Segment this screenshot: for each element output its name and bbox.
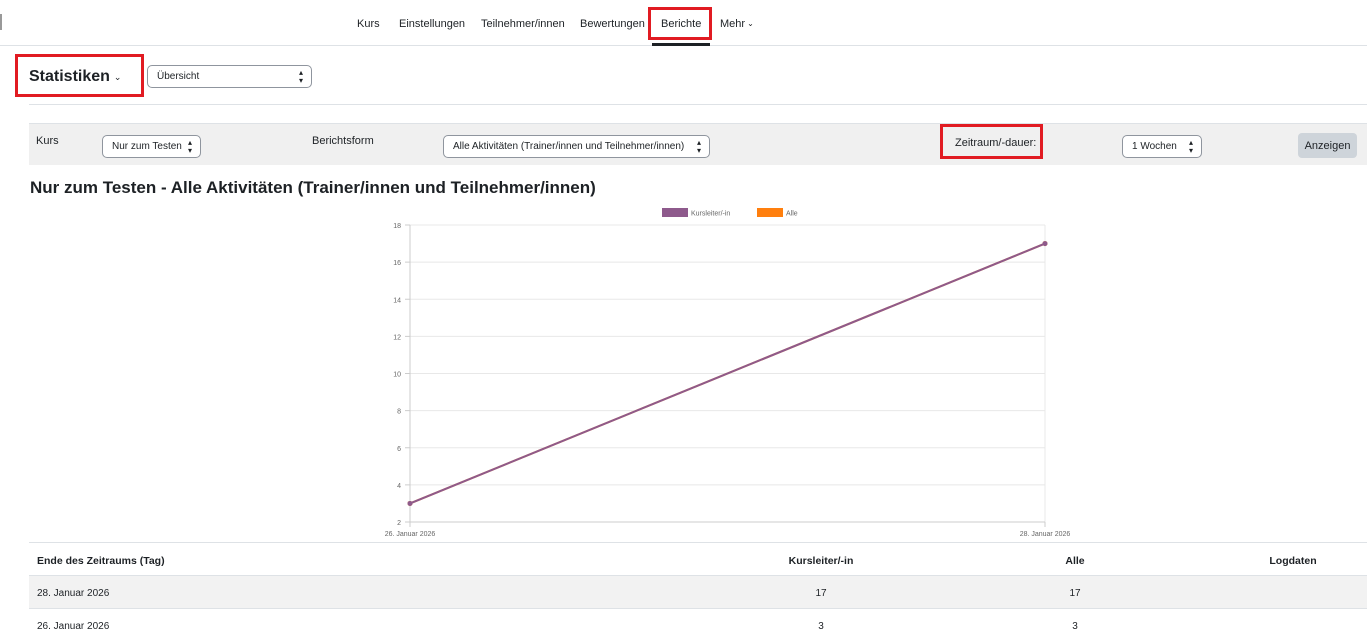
y-tick-label: 12 [393,334,401,341]
y-tick-label: 16 [393,260,401,267]
header-period-end: Ende des Zeitraums (Tag) [37,555,165,567]
y-tick-label: 14 [393,297,401,304]
report-heading: Nur zum Testen - Alle Aktivitäten (Train… [30,178,596,197]
y-tick-label: 6 [397,446,401,453]
berichtsform-select[interactable]: Alle Aktivitäten (Trainer/innen und Teil… [443,135,710,158]
select-arrows-icon: ▴ ▾ [696,137,701,155]
x-tick-label: 28. Januar 2026 [1020,531,1071,538]
data-point [1042,241,1048,247]
tab-mehr-label: Mehr [720,18,746,30]
cell-date: 26. Januar 2026 [37,621,110,630]
statistics-chart: 2 4 6 8 10 12 14 16 18 26. Januar 2026 28. Januar … [385,208,1071,538]
kurs-label: Kurs [36,135,59,147]
cell-alle-value: 3 [1072,621,1078,630]
y-tick-label: 10 [393,372,401,379]
data-point [407,500,413,506]
anzeigen-button[interactable]: Anzeigen [1298,133,1357,158]
highlight-box-statistiken [15,54,144,97]
legend-swatch [662,208,688,217]
report-view-value: Übersicht [157,71,200,82]
cell-date: 28. Januar 2026 [37,588,110,599]
header-kursleiter-text: Kursleiter/-in [788,555,854,567]
legend-label: Kursleiter/-in [691,211,730,218]
y-tick-label: 8 [397,409,401,416]
x-tick-label: 26. Januar 2026 [385,531,436,538]
tab-bewertungen[interactable]: Bewertungen [580,18,645,30]
cell-kursleiter-value: 17 [815,588,827,599]
table-row: 28. Januar 2026 17 17 [29,575,1367,608]
header-logdaten-text: Logdaten [1269,555,1317,567]
tab-teilnehmer[interactable]: Teilnehmer/innen [481,18,565,30]
legend-swatch [757,208,783,217]
select-arrows-icon: ▴ ▾ [298,67,303,85]
cell-alle-value: 17 [1069,588,1081,599]
divider [29,104,1367,105]
kurs-select[interactable]: Nur zum Testen ▴ ▾ [102,135,201,158]
cell-kursleiter-value: 3 [818,621,824,630]
zeitraum-select[interactable]: 1 Wochen ▴ ▾ [1122,135,1202,158]
select-arrows-icon: ▴ ▾ [187,137,192,155]
table-header-row: Ende des Zeitraums (Tag) Kursleiter/-in … [29,542,1367,575]
active-tab-indicator [652,43,710,46]
berichtsform-label: Berichtsform [312,135,374,147]
highlight-box-berichte [648,7,712,40]
berichtsform-select-value: Alle Aktivitäten (Trainer/innen und Teil… [453,141,685,152]
tab-einstellungen[interactable]: Einstellungen [399,18,465,30]
kurs-select-value: Nur zum Testen [112,141,182,152]
tab-mehr[interactable]: Mehr ⌄ [720,18,754,30]
zeitraum-select-value: 1 Wochen [1132,141,1177,152]
select-arrows-icon: ▴ ▾ [1188,137,1193,155]
legend-label: Alle [786,211,798,218]
table-row: 26. Januar 2026 3 3 [29,608,1367,630]
chevron-down-icon: ⌄ [747,19,754,28]
header-alle-text: Alle [1065,555,1085,567]
tab-kurs[interactable]: Kurs [357,18,380,30]
y-tick-label: 2 [397,520,401,527]
y-tick-label: 4 [397,483,401,490]
y-tick-label: 18 [393,223,401,230]
highlight-box-zeitraum [940,124,1043,159]
report-view-select[interactable]: Übersicht ▴ ▾ [147,65,312,88]
